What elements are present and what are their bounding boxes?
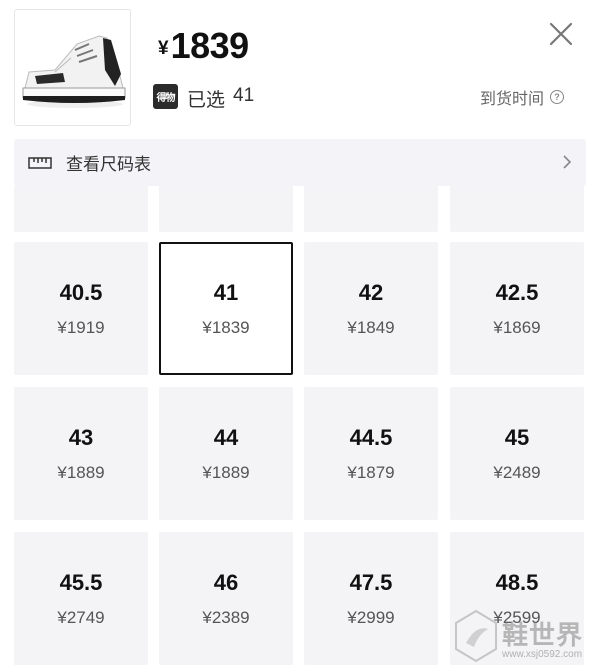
size-value: 40.5 (59, 280, 103, 305)
size-value: 44.5 (349, 425, 393, 450)
size-value: 45.5 (59, 570, 103, 595)
size-option-selected[interactable]: 41 ¥1839 (159, 242, 293, 375)
size-option[interactable]: 40.5 ¥1919 (14, 242, 148, 375)
dewu-badge: 得物 (153, 84, 178, 109)
size-option[interactable]: 47.5 ¥2999 (304, 532, 438, 665)
size-value: 43 (68, 425, 94, 450)
size-option[interactable]: 42.5 ¥1869 (450, 242, 584, 375)
selected-size-value: 41 (233, 85, 255, 106)
size-price: ¥2749 (57, 608, 105, 627)
size-value: 42.5 (495, 280, 539, 305)
size-grid: 40.5 ¥1919 41 ¥1839 42 ¥1849 42.5 ¥1869 … (0, 186, 600, 665)
selected-size-info: 已选 41 (187, 85, 254, 112)
size-price: ¥1879 (347, 463, 395, 482)
size-price: ¥1869 (493, 318, 541, 337)
selected-price: ¥ 1839 (158, 20, 249, 64)
size-chart-button[interactable]: 查看尺码表 (14, 139, 586, 186)
size-option[interactable]: 45 ¥2489 (450, 387, 584, 520)
size-option[interactable]: 44.5 ¥1879 (304, 387, 438, 520)
chevron-right-icon (563, 155, 572, 169)
size-value: 42 (358, 280, 384, 305)
size-value: 46 (213, 570, 239, 595)
size-option[interactable]: 42 ¥1849 (304, 242, 438, 375)
size-price: ¥1839 (202, 318, 250, 337)
size-cell-partial[interactable] (159, 186, 293, 232)
product-thumbnail[interactable] (14, 9, 131, 126)
size-option[interactable]: 45.5 ¥2749 (14, 532, 148, 665)
size-cell-partial[interactable] (450, 186, 584, 232)
size-price: ¥2489 (493, 463, 541, 482)
sku-header: ¥ 1839 得物 已选 41 到货时间 ? (0, 0, 600, 135)
arrival-time-link[interactable]: 到货时间 ? (480, 85, 565, 109)
size-value: 45 (504, 425, 530, 450)
size-option[interactable]: 43 ¥1889 (14, 387, 148, 520)
help-icon: ? (550, 90, 565, 104)
size-value: 48.5 (495, 570, 539, 595)
size-value: 41 (213, 280, 239, 305)
size-price: ¥1889 (57, 463, 105, 482)
size-cell-partial[interactable] (304, 186, 438, 232)
size-value: 47.5 (349, 570, 393, 595)
size-value: 44 (213, 425, 239, 450)
size-option[interactable]: 48.5 ¥2599 (450, 532, 584, 665)
size-price: ¥2389 (202, 608, 250, 627)
sneaker-image (22, 35, 126, 108)
selected-label: 已选 (187, 90, 226, 111)
size-price: ¥2999 (347, 608, 395, 627)
close-icon[interactable] (548, 21, 574, 47)
arrival-label: 到货时间 (480, 91, 545, 108)
size-price: ¥1889 (202, 463, 250, 482)
size-price: ¥1849 (347, 318, 395, 337)
size-cell-partial[interactable] (14, 186, 148, 232)
ruler-icon (28, 156, 52, 169)
size-chart-label: 查看尺码表 (66, 155, 151, 174)
price-amount: 1839 (170, 25, 250, 66)
size-price: ¥1919 (57, 318, 105, 337)
size-option[interactable]: 44 ¥1889 (159, 387, 293, 520)
currency-symbol: ¥ (158, 38, 169, 59)
size-option[interactable]: 46 ¥2389 (159, 532, 293, 665)
size-price: ¥2599 (493, 608, 541, 627)
